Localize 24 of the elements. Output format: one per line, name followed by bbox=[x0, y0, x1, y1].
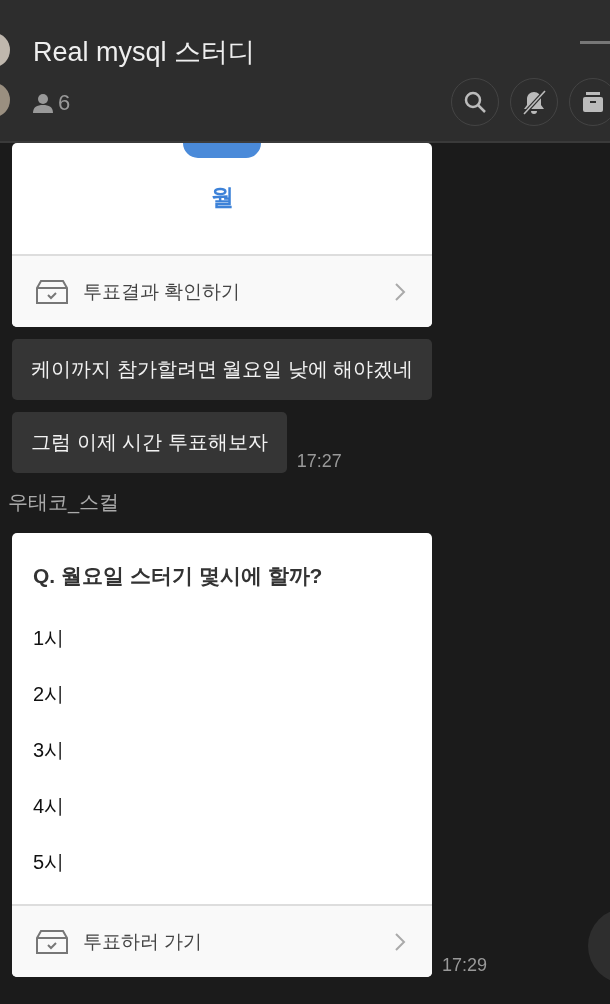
chevron-right-icon bbox=[394, 931, 406, 952]
poll-option[interactable]: 1시 bbox=[33, 610, 412, 666]
poll-option[interactable]: 5시 bbox=[33, 834, 412, 890]
person-icon bbox=[33, 93, 53, 113]
poll-question: Q. 월요일 스터기 몇시에 할까? bbox=[33, 563, 324, 589]
view-results-button[interactable]: 투표결과 확인하기 bbox=[12, 254, 432, 327]
message-time: 17:29 bbox=[442, 955, 488, 975]
poll-option[interactable]: 2시 bbox=[33, 666, 412, 722]
archive-icon bbox=[582, 91, 604, 113]
bell-slash-icon bbox=[521, 89, 547, 115]
chat-title: Real mysql 스터디 bbox=[33, 36, 256, 69]
sender-name: 우태코_스컬 bbox=[8, 491, 120, 513]
vote-button[interactable]: 투표하러 가기 bbox=[12, 904, 432, 977]
search-icon bbox=[463, 90, 487, 114]
message-bubble: 그럼 이제 시간 투표해보자 bbox=[12, 412, 287, 473]
ballot-box-icon bbox=[36, 929, 68, 954]
message-bubble: 케이까지 참가할려면 월요일 낮에 해야겠네 bbox=[12, 339, 433, 400]
message-time: 17:27 bbox=[296, 451, 342, 471]
poll-option[interactable]: 4시 bbox=[33, 778, 412, 834]
member-count: 6 bbox=[58, 90, 71, 116]
poll-option[interactable]: 3시 bbox=[33, 722, 412, 778]
poll-result: 월 bbox=[210, 183, 234, 211]
ballot-box-icon bbox=[36, 279, 68, 304]
chevron-right-icon bbox=[394, 281, 406, 302]
